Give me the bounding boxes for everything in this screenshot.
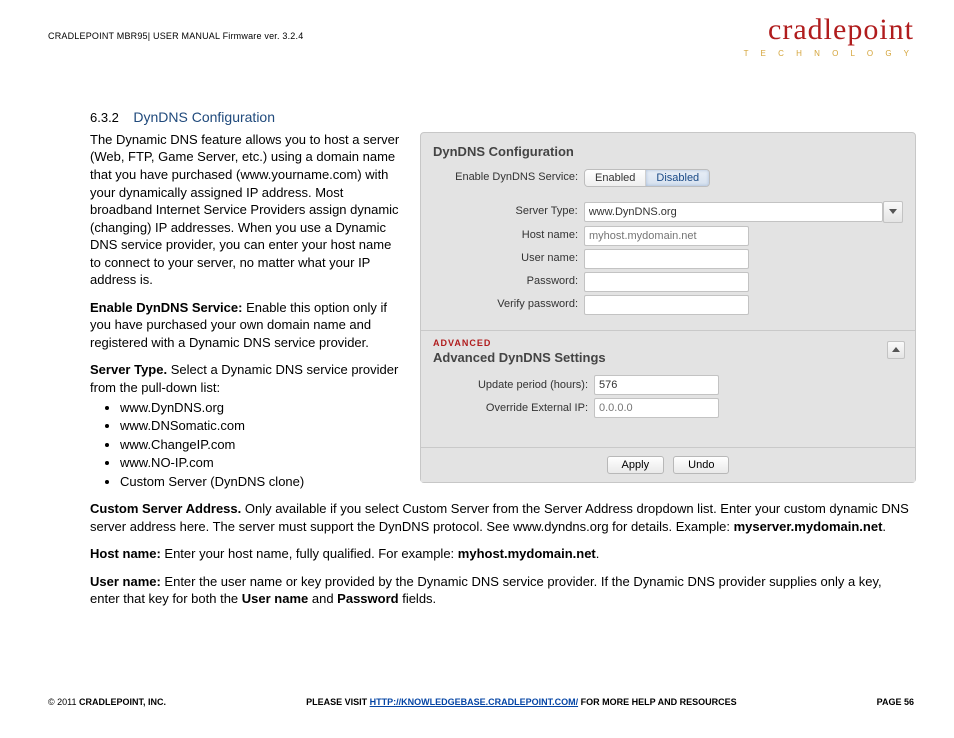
- override-ip-input[interactable]: [594, 398, 719, 418]
- list-item: Custom Server (DynDNS clone): [120, 473, 405, 491]
- host-name-label: Host name:: [433, 228, 584, 243]
- list-item: www.DynDNS.org: [120, 399, 405, 417]
- provider-list: www.DynDNS.org www.DNSomatic.com www.Cha…: [120, 399, 405, 491]
- custom-server-paragraph: Custom Server Address. Only available if…: [90, 500, 914, 535]
- enable-paragraph: Enable DynDNS Service: Enable this optio…: [90, 299, 405, 352]
- section-heading: 6.3.2 DynDNS Configuration: [90, 108, 914, 127]
- dyndns-config-panel: DynDNS Configuration Enable DynDNS Servi…: [420, 132, 916, 483]
- enable-toggle[interactable]: Enabled Disabled: [584, 169, 710, 187]
- list-item: www.ChangeIP.com: [120, 436, 405, 454]
- username-paragraph: User name: Enter the user name or key pr…: [90, 573, 914, 608]
- server-type-label: Server Type:: [433, 204, 584, 219]
- section-number: 6.3.2: [90, 110, 119, 125]
- enabled-button[interactable]: Enabled: [585, 170, 646, 186]
- update-period-input[interactable]: [594, 375, 719, 395]
- override-ip-label: Override External IP:: [433, 401, 594, 416]
- user-name-input[interactable]: [584, 249, 749, 269]
- advanced-kicker: ADVANCED: [433, 337, 903, 349]
- page-footer: © 2011 CRADLEPOINT, INC. PLEASE VISIT HT…: [48, 696, 914, 708]
- update-period-label: Update period (hours):: [433, 378, 594, 393]
- logo-text: cradlepoint: [744, 10, 914, 51]
- servertype-paragraph: Server Type. Select a Dynamic DNS servic…: [90, 361, 405, 396]
- enable-label: Enable DynDNS Service:: [90, 300, 242, 315]
- chevron-down-icon: [889, 209, 897, 214]
- footer-center: PLEASE VISIT HTTP://KNOWLEDGEBASE.CRADLE…: [306, 696, 737, 708]
- intro-paragraph: The Dynamic DNS feature allows you to ho…: [90, 131, 405, 289]
- host-name-input[interactable]: [584, 226, 749, 246]
- panel-title: DynDNS Configuration: [433, 143, 903, 161]
- verify-password-label: Verify password:: [433, 297, 584, 312]
- disabled-button[interactable]: Disabled: [646, 170, 709, 186]
- hostname-paragraph: Host name: Enter your host name, fully q…: [90, 545, 914, 563]
- brand-logo: cradlepoint T E C H N O L O G Y: [744, 10, 914, 59]
- user-name-label: User name:: [433, 251, 584, 266]
- knowledgebase-link[interactable]: HTTP://KNOWLEDGEBASE.CRADLEPOINT.COM/: [370, 697, 579, 707]
- footer-left: © 2011 CRADLEPOINT, INC.: [48, 696, 166, 708]
- enable-service-label: Enable DynDNS Service:: [433, 170, 584, 185]
- list-item: www.NO-IP.com: [120, 454, 405, 472]
- list-item: www.DNSomatic.com: [120, 417, 405, 435]
- logo-subtext: T E C H N O L O G Y: [744, 49, 914, 60]
- advanced-title: Advanced DynDNS Settings: [433, 349, 903, 367]
- server-type-dropdown-trigger[interactable]: [883, 201, 903, 223]
- collapse-button[interactable]: [887, 341, 905, 359]
- verify-password-input[interactable]: [584, 295, 749, 315]
- chevron-up-icon: [892, 347, 900, 352]
- apply-button[interactable]: Apply: [607, 456, 665, 474]
- servertype-label: Server Type.: [90, 362, 167, 377]
- section-title: DynDNS Configuration: [133, 109, 275, 125]
- undo-button[interactable]: Undo: [673, 456, 729, 474]
- password-label: Password:: [433, 274, 584, 289]
- password-input[interactable]: [584, 272, 749, 292]
- server-type-select[interactable]: [584, 202, 883, 222]
- doc-header: CRADLEPOINT MBR95| USER MANUAL Firmware …: [48, 31, 303, 41]
- page-number: PAGE 56: [877, 696, 914, 708]
